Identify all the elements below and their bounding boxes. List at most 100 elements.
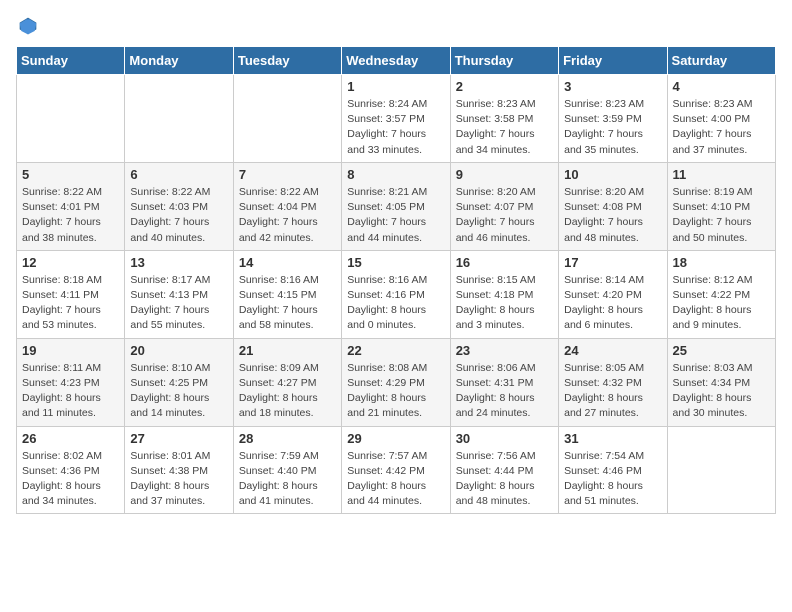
day-info: Sunrise: 7:59 AM Sunset: 4:40 PM Dayligh… [239,449,336,510]
day-number: 16 [456,255,553,270]
calendar-cell: 21 Sunrise: 8:09 AM Sunset: 4:27 PM Dayli… [233,338,341,426]
calendar-cell: 8 Sunrise: 8:21 AM Sunset: 4:05 PM Daylig… [342,162,450,250]
day-number: 31 [564,431,661,446]
calendar-cell [233,75,341,163]
calendar-cell: 19 Sunrise: 8:11 AM Sunset: 4:23 PM Dayli… [17,338,125,426]
calendar-cell: 13Sunrise: 8:17 AM Sunset: 4:13 PM Dayli… [125,250,233,338]
day-number: 5 [22,167,119,182]
day-number: 26 [22,431,119,446]
day-info: Sunrise: 8:14 AM Sunset: 4:20 PM Dayligh… [564,273,661,334]
calendar-week-row: 1 Sunrise: 8:24 AM Sunset: 3:57 PM Daylig… [17,75,776,163]
day-number: 24 [564,343,661,358]
day-info: Sunrise: 8:22 AM Sunset: 4:04 PM Dayligh… [239,185,336,246]
day-number: 2 [456,79,553,94]
calendar-table: SundayMondayTuesdayWednesdayThursdayFrid… [16,46,776,514]
day-number: 8 [347,167,444,182]
day-number: 3 [564,79,661,94]
calendar-cell [667,426,775,514]
calendar-week-row: 19 Sunrise: 8:11 AM Sunset: 4:23 PM Dayli… [17,338,776,426]
day-info: Sunrise: 8:09 AM Sunset: 4:27 PM Dayligh… [239,361,336,422]
day-info: Sunrise: 8:16 AM Sunset: 4:15 PM Dayligh… [239,273,336,334]
day-number: 25 [673,343,770,358]
day-of-week-header: Tuesday [233,47,341,75]
day-info: Sunrise: 8:19 AM Sunset: 4:10 PM Dayligh… [673,185,770,246]
calendar-cell: 25 Sunrise: 8:03 AM Sunset: 4:34 PM Dayli… [667,338,775,426]
day-number: 10 [564,167,661,182]
day-info: Sunrise: 8:10 AM Sunset: 4:25 PM Dayligh… [130,361,227,422]
calendar-cell: 24Sunrise: 8:05 AM Sunset: 4:32 PM Dayli… [559,338,667,426]
calendar-cell: 22Sunrise: 8:08 AM Sunset: 4:29 PM Dayli… [342,338,450,426]
calendar-week-row: 26 Sunrise: 8:02 AM Sunset: 4:36 PM Dayli… [17,426,776,514]
logo-icon [18,16,38,36]
calendar-cell: 6Sunrise: 8:22 AM Sunset: 4:03 PM Daylig… [125,162,233,250]
day-info: Sunrise: 8:18 AM Sunset: 4:11 PM Dayligh… [22,273,119,334]
day-info: Sunrise: 8:01 AM Sunset: 4:38 PM Dayligh… [130,449,227,510]
day-info: Sunrise: 8:08 AM Sunset: 4:29 PM Dayligh… [347,361,444,422]
calendar-week-row: 5 Sunrise: 8:22 AM Sunset: 4:01 PM Daylig… [17,162,776,250]
day-of-week-header: Thursday [450,47,558,75]
day-info: Sunrise: 8:21 AM Sunset: 4:05 PM Dayligh… [347,185,444,246]
day-number: 21 [239,343,336,358]
day-info: Sunrise: 8:22 AM Sunset: 4:01 PM Dayligh… [22,185,119,246]
day-number: 15 [347,255,444,270]
day-number: 6 [130,167,227,182]
calendar-cell: 15 Sunrise: 8:16 AM Sunset: 4:16 PM Dayli… [342,250,450,338]
calendar-cell [17,75,125,163]
day-info: Sunrise: 8:16 AM Sunset: 4:16 PM Dayligh… [347,273,444,334]
day-info: Sunrise: 8:20 AM Sunset: 4:08 PM Dayligh… [564,185,661,246]
calendar-cell: 1 Sunrise: 8:24 AM Sunset: 3:57 PM Daylig… [342,75,450,163]
calendar-cell: 31Sunrise: 7:54 AM Sunset: 4:46 PM Dayli… [559,426,667,514]
calendar-cell: 5 Sunrise: 8:22 AM Sunset: 4:01 PM Daylig… [17,162,125,250]
calendar-cell: 12 Sunrise: 8:18 AM Sunset: 4:11 PM Dayli… [17,250,125,338]
calendar-cell: 4 Sunrise: 8:23 AM Sunset: 4:00 PM Daylig… [667,75,775,163]
day-info: Sunrise: 8:24 AM Sunset: 3:57 PM Dayligh… [347,97,444,158]
calendar-header-row: SundayMondayTuesdayWednesdayThursdayFrid… [17,47,776,75]
day-info: Sunrise: 8:03 AM Sunset: 4:34 PM Dayligh… [673,361,770,422]
calendar-cell: 11 Sunrise: 8:19 AM Sunset: 4:10 PM Dayli… [667,162,775,250]
day-number: 18 [673,255,770,270]
day-info: Sunrise: 7:56 AM Sunset: 4:44 PM Dayligh… [456,449,553,510]
calendar-cell: 17Sunrise: 8:14 AM Sunset: 4:20 PM Dayli… [559,250,667,338]
calendar-cell: 7 Sunrise: 8:22 AM Sunset: 4:04 PM Daylig… [233,162,341,250]
day-info: Sunrise: 8:23 AM Sunset: 4:00 PM Dayligh… [673,97,770,158]
calendar-cell: 23Sunrise: 8:06 AM Sunset: 4:31 PM Dayli… [450,338,558,426]
day-info: Sunrise: 8:15 AM Sunset: 4:18 PM Dayligh… [456,273,553,334]
day-number: 14 [239,255,336,270]
calendar-cell: 2Sunrise: 8:23 AM Sunset: 3:58 PM Daylig… [450,75,558,163]
day-number: 11 [673,167,770,182]
day-number: 30 [456,431,553,446]
logo [16,16,38,36]
calendar-cell: 29 Sunrise: 7:57 AM Sunset: 4:42 PM Dayli… [342,426,450,514]
day-info: Sunrise: 8:12 AM Sunset: 4:22 PM Dayligh… [673,273,770,334]
day-number: 19 [22,343,119,358]
calendar-cell [125,75,233,163]
day-number: 1 [347,79,444,94]
day-number: 7 [239,167,336,182]
day-of-week-header: Sunday [17,47,125,75]
day-number: 28 [239,431,336,446]
calendar-cell: 26 Sunrise: 8:02 AM Sunset: 4:36 PM Dayli… [17,426,125,514]
calendar-cell: 30 Sunrise: 7:56 AM Sunset: 4:44 PM Dayli… [450,426,558,514]
day-of-week-header: Wednesday [342,47,450,75]
day-info: Sunrise: 8:02 AM Sunset: 4:36 PM Dayligh… [22,449,119,510]
calendar-week-row: 12 Sunrise: 8:18 AM Sunset: 4:11 PM Dayli… [17,250,776,338]
day-info: Sunrise: 8:17 AM Sunset: 4:13 PM Dayligh… [130,273,227,334]
calendar-cell: 28 Sunrise: 7:59 AM Sunset: 4:40 PM Dayli… [233,426,341,514]
day-number: 27 [130,431,227,446]
day-info: Sunrise: 8:11 AM Sunset: 4:23 PM Dayligh… [22,361,119,422]
day-info: Sunrise: 8:20 AM Sunset: 4:07 PM Dayligh… [456,185,553,246]
day-number: 12 [22,255,119,270]
calendar-cell: 18 Sunrise: 8:12 AM Sunset: 4:22 PM Dayli… [667,250,775,338]
day-number: 29 [347,431,444,446]
day-info: Sunrise: 8:23 AM Sunset: 3:59 PM Dayligh… [564,97,661,158]
day-number: 4 [673,79,770,94]
calendar-cell: 9 Sunrise: 8:20 AM Sunset: 4:07 PM Daylig… [450,162,558,250]
day-number: 9 [456,167,553,182]
calendar-cell: 20Sunrise: 8:10 AM Sunset: 4:25 PM Dayli… [125,338,233,426]
day-info: Sunrise: 7:57 AM Sunset: 4:42 PM Dayligh… [347,449,444,510]
calendar-cell: 14 Sunrise: 8:16 AM Sunset: 4:15 PM Dayli… [233,250,341,338]
day-info: Sunrise: 8:06 AM Sunset: 4:31 PM Dayligh… [456,361,553,422]
day-of-week-header: Friday [559,47,667,75]
page-header [16,16,776,36]
calendar-cell: 16 Sunrise: 8:15 AM Sunset: 4:18 PM Dayli… [450,250,558,338]
